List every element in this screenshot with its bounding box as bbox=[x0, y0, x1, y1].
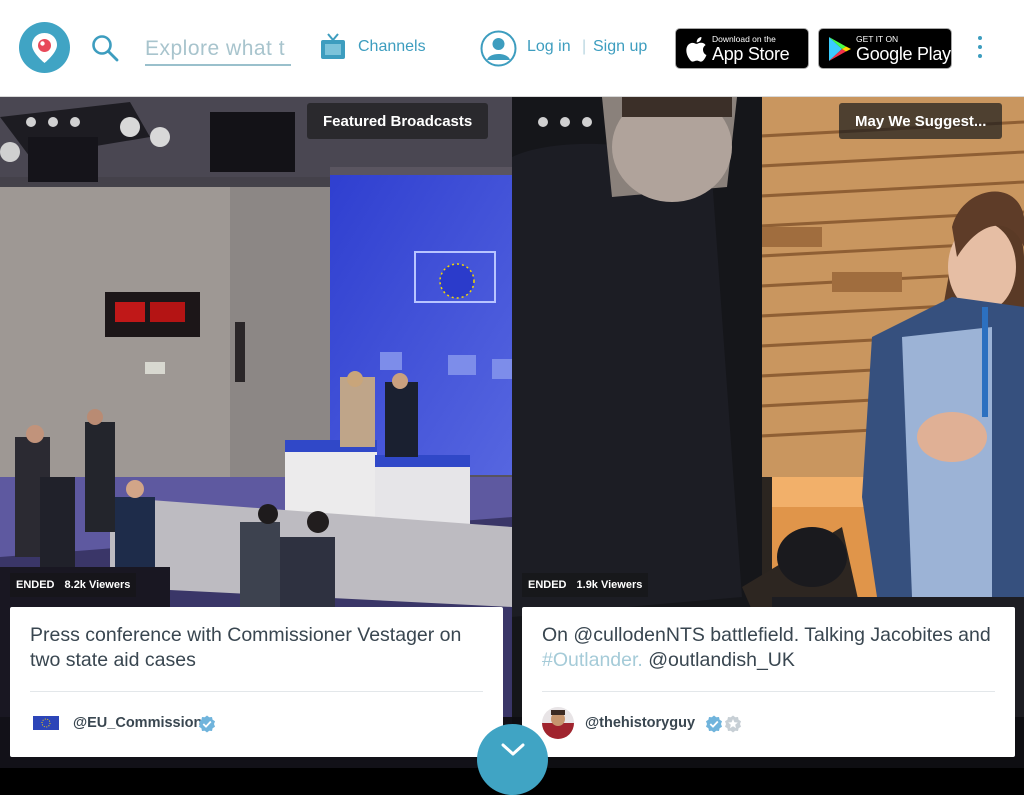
chevron-down-icon bbox=[501, 743, 525, 756]
panel-label-suggest: May We Suggest... bbox=[839, 103, 1003, 139]
broadcast-title-mention: @outlandish_UK bbox=[642, 649, 795, 671]
broadcast-title[interactable]: On @cullodenNTS battlefield. Talking Jac… bbox=[542, 623, 1002, 673]
channels-link[interactable]: Channels bbox=[320, 30, 426, 64]
google-play-icon bbox=[829, 36, 851, 61]
google-play-button[interactable]: GET IT ON Google Play bbox=[818, 28, 952, 69]
google-play-small-text: GET IT ON bbox=[856, 33, 899, 44]
hashtag-link[interactable]: #Outlander. bbox=[542, 649, 643, 671]
panel-label-featured: Featured Broadcasts bbox=[307, 103, 489, 139]
broadcast-card[interactable]: Press conference with Commissioner Vesta… bbox=[10, 607, 503, 757]
verified-badge-icon bbox=[706, 715, 722, 733]
eu-flag-avatar[interactable] bbox=[30, 707, 62, 739]
apple-icon bbox=[686, 36, 707, 62]
app-store-button[interactable]: Download on the App Store bbox=[675, 28, 809, 69]
scroll-down-button[interactable] bbox=[477, 724, 548, 795]
loading-dots-icon bbox=[26, 117, 92, 127]
broadcast-status-badge: ENDED 8.2k Viewers bbox=[10, 573, 137, 597]
search-icon[interactable] bbox=[91, 34, 119, 62]
suggested-broadcast-panel[interactable]: May We Suggest... ENDED 1.9k Viewers On … bbox=[512, 97, 1024, 768]
user-avatar[interactable] bbox=[542, 707, 574, 739]
broadcaster-username[interactable]: @thehistoryguy bbox=[585, 715, 695, 731]
user-icon[interactable] bbox=[480, 30, 517, 67]
card-divider bbox=[542, 691, 995, 692]
broadcast-title[interactable]: Press conference with Commissioner Vesta… bbox=[30, 623, 490, 673]
superfan-star-icon bbox=[725, 715, 741, 733]
viewer-count: 8.2k Viewers bbox=[64, 579, 131, 591]
verified-badge-icon bbox=[199, 715, 215, 733]
signup-link[interactable]: Sign up bbox=[593, 38, 647, 56]
viewer-count: 1.9k Viewers bbox=[576, 579, 643, 591]
broadcast-card[interactable]: On @cullodenNTS battlefield. Talking Jac… bbox=[522, 607, 1015, 757]
google-play-big-text: Google Play bbox=[856, 43, 951, 64]
periscope-pin-icon bbox=[32, 33, 57, 63]
periscope-logo[interactable] bbox=[19, 22, 70, 73]
loading-dots-icon bbox=[538, 117, 604, 127]
login-link[interactable]: Log in bbox=[527, 38, 571, 56]
broadcast-title-text: On @cullodenNTS battlefield. Talking Jac… bbox=[542, 624, 991, 646]
tv-icon bbox=[321, 33, 345, 59]
app-store-small-text: Download on the bbox=[712, 33, 776, 44]
auth-separator: | bbox=[582, 38, 587, 55]
card-divider bbox=[30, 691, 483, 692]
status-ended: ENDED bbox=[16, 579, 55, 591]
featured-broadcast-panel[interactable]: Featured Broadcasts ENDED 8.2k Viewers P… bbox=[0, 97, 512, 768]
search-input[interactable] bbox=[145, 34, 291, 66]
app-store-big-text: App Store bbox=[712, 43, 790, 64]
broadcast-status-badge: ENDED 1.9k Viewers bbox=[522, 573, 649, 597]
top-header: Channels Log in | Sign up Download on th… bbox=[0, 0, 1024, 97]
broadcaster-username[interactable]: @EU_Commission bbox=[73, 715, 202, 731]
more-menu-icon[interactable] bbox=[972, 36, 988, 62]
status-ended: ENDED bbox=[528, 579, 567, 591]
channels-label: Channels bbox=[358, 38, 426, 55]
